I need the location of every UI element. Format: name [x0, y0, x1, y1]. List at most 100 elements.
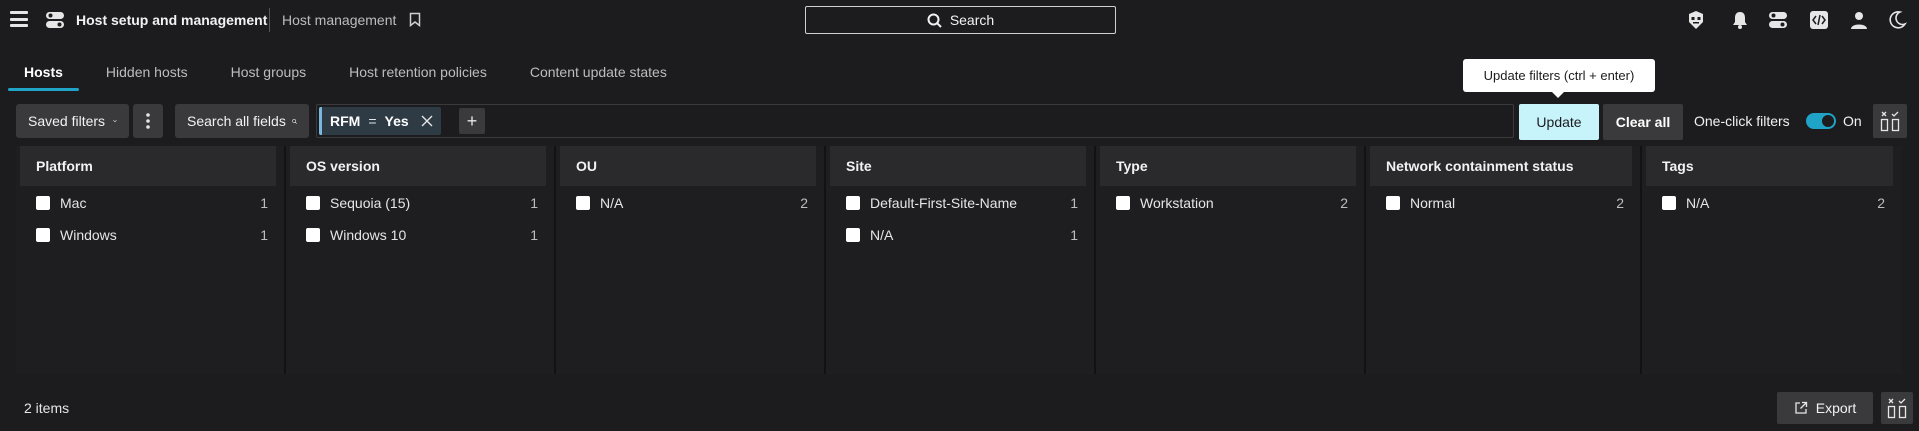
- checkbox[interactable]: [846, 196, 860, 210]
- filter-chip-rfm[interactable]: RFM = Yes: [319, 107, 441, 135]
- checkbox[interactable]: [846, 228, 860, 242]
- user-icon: [1851, 12, 1867, 29]
- list-item-count: 1: [1070, 227, 1078, 243]
- panel-network-containment-status: Network containment status Normal 2: [1366, 146, 1642, 374]
- chevron-down-icon: [113, 119, 117, 123]
- list-item-count: 2: [1616, 195, 1624, 211]
- panel-title: Tags: [1646, 146, 1893, 186]
- panel-platform: Platform Mac 1 Windows 1: [16, 146, 286, 374]
- list-item[interactable]: N/A 1: [846, 225, 1078, 245]
- one-click-filters-toggle[interactable]: [1806, 113, 1836, 129]
- items-count: 2 items: [24, 400, 70, 416]
- notifications-button[interactable]: [1729, 9, 1751, 31]
- list-item[interactable]: Windows 10 1: [306, 225, 538, 245]
- search-icon: [927, 13, 942, 28]
- search-icon: [291, 118, 297, 124]
- tab-hidden-hosts[interactable]: Hidden hosts: [106, 64, 188, 90]
- menu-icon[interactable]: [10, 11, 28, 27]
- list-item-count: 1: [260, 227, 268, 243]
- kebab-menu-icon: [146, 113, 150, 129]
- checkbox[interactable]: [576, 196, 590, 210]
- chip-operator: =: [368, 113, 377, 129]
- list-item-count: 2: [1877, 195, 1885, 211]
- close-icon[interactable]: [421, 115, 433, 127]
- host-management-icon: [46, 12, 64, 28]
- saved-filters-dropdown[interactable]: Saved filters: [16, 104, 129, 138]
- checkbox[interactable]: [36, 228, 50, 242]
- filter-bar: Saved filters Search all fields RFM = Ye…: [16, 104, 1907, 140]
- add-filter-button[interactable]: +: [459, 108, 485, 134]
- checkbox[interactable]: [36, 196, 50, 210]
- checkbox[interactable]: [1662, 196, 1676, 210]
- list-item-label: Mac: [60, 195, 87, 211]
- chip-value: Yes: [384, 113, 409, 129]
- top-bar: Host setup and management Host managemen…: [0, 0, 1919, 40]
- list-item[interactable]: N/A 2: [576, 193, 808, 213]
- export-label: Export: [1815, 400, 1857, 416]
- panel-os-version: OS version Sequoia (15) 1 Windows 10 1: [286, 146, 556, 374]
- tools-button[interactable]: [1767, 9, 1789, 31]
- list-item-label: N/A: [600, 195, 624, 211]
- theme-toggle-button[interactable]: [1886, 9, 1908, 31]
- tab-hosts[interactable]: Hosts: [8, 64, 79, 91]
- app-title: Host setup and management: [76, 12, 268, 28]
- filter-input[interactable]: [316, 104, 1514, 138]
- user-button[interactable]: [1848, 9, 1870, 31]
- list-item[interactable]: Windows 1: [36, 225, 268, 245]
- filter-panels: Platform Mac 1 Windows 1 OS version Sequ…: [16, 146, 1901, 374]
- list-item-label: Sequoia (15): [330, 195, 411, 211]
- more-options-button[interactable]: [133, 104, 163, 138]
- tab-host-retention-policies[interactable]: Host retention policies: [349, 64, 487, 90]
- tab-bar: Hosts Hidden hosts Host groups Host rete…: [8, 64, 710, 91]
- list-item-count: 2: [800, 195, 808, 211]
- list-item-label: N/A: [870, 227, 894, 243]
- list-item[interactable]: Mac 1: [36, 193, 268, 213]
- bookmark-icon[interactable]: [409, 12, 421, 27]
- checkbox[interactable]: [306, 228, 320, 242]
- export-icon: [1795, 401, 1807, 414]
- list-item-label: Normal: [1410, 195, 1456, 211]
- toggle-state-label: On: [1843, 113, 1862, 129]
- title-divider: [269, 8, 270, 32]
- tab-host-groups[interactable]: Host groups: [231, 64, 306, 90]
- developer-button[interactable]: [1808, 9, 1830, 31]
- panel-site: Site Default-First-Site-Name 1 N/A 1: [826, 146, 1096, 374]
- clear-all-button[interactable]: Clear all: [1603, 104, 1683, 140]
- code-icon: [1810, 11, 1828, 29]
- list-item[interactable]: Sequoia (15) 1: [306, 193, 538, 213]
- column-settings-button[interactable]: [1873, 104, 1907, 138]
- tab-content-update-states[interactable]: Content update states: [530, 64, 667, 90]
- list-item[interactable]: N/A 2: [1662, 193, 1885, 213]
- panel-title: OS version: [290, 146, 546, 186]
- columns-icon: [1887, 398, 1907, 419]
- checkbox[interactable]: [1386, 196, 1400, 210]
- panel-title: Type: [1100, 146, 1356, 186]
- list-item-label: Workstation: [1140, 195, 1214, 211]
- panel-title: OU: [560, 146, 816, 186]
- list-item-count: 2: [1340, 195, 1348, 211]
- list-item-label: Windows: [60, 227, 117, 243]
- update-tooltip: Update filters (ctrl + enter): [1463, 59, 1655, 98]
- checkbox[interactable]: [306, 196, 320, 210]
- update-button[interactable]: Update: [1519, 104, 1599, 140]
- robot-icon: [1689, 11, 1703, 29]
- list-item[interactable]: Normal 2: [1386, 193, 1624, 213]
- list-item-label: N/A: [1686, 195, 1710, 211]
- list-item-count: 1: [530, 227, 538, 243]
- global-search-button[interactable]: Search: [805, 6, 1116, 34]
- panel-title: Platform: [20, 146, 276, 186]
- moon-icon: [1889, 11, 1907, 29]
- list-item-count: 1: [260, 195, 268, 211]
- agent-icon[interactable]: [1685, 9, 1707, 31]
- search-all-fields-button[interactable]: Search all fields: [175, 104, 309, 138]
- export-button[interactable]: Export: [1777, 392, 1873, 424]
- saved-filters-label: Saved filters: [28, 113, 106, 129]
- chip-field: RFM: [330, 113, 361, 129]
- list-item-count: 1: [530, 195, 538, 211]
- list-item[interactable]: Default-First-Site-Name 1: [846, 193, 1078, 213]
- page-title: Host management: [282, 12, 397, 28]
- footer-column-settings-button[interactable]: [1881, 392, 1913, 424]
- list-item[interactable]: Workstation 2: [1116, 193, 1348, 213]
- checkbox[interactable]: [1116, 196, 1130, 210]
- columns-icon: [1880, 111, 1900, 132]
